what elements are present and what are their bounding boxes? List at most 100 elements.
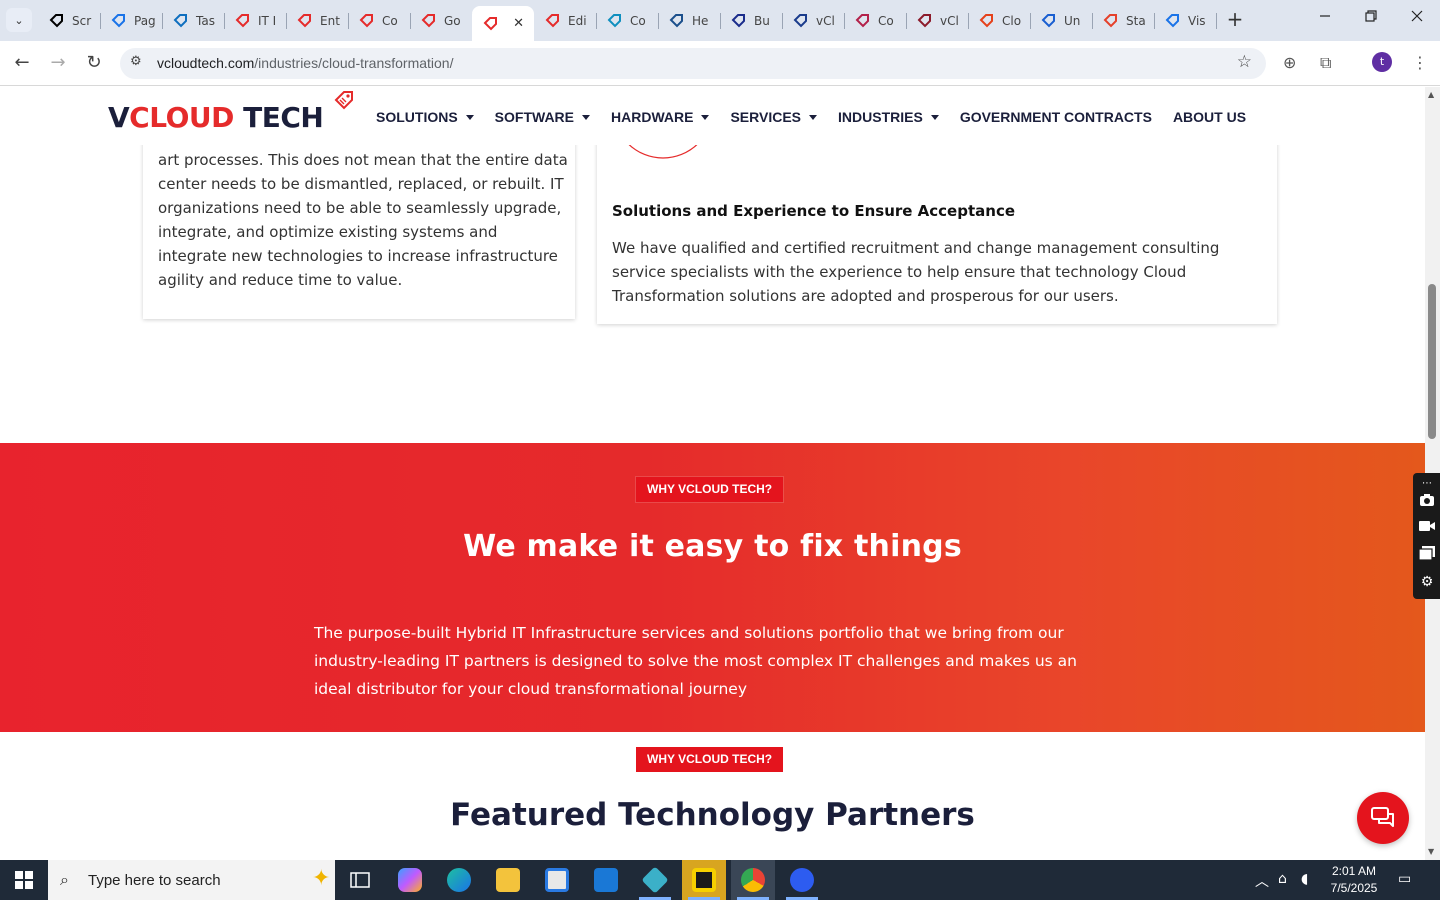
minimize-button[interactable] (1310, 8, 1340, 32)
nav-item-government-contracts[interactable]: GOVERNMENT CONTRACTS (960, 109, 1152, 125)
nav-item-label: SOFTWARE (494, 109, 575, 125)
taskbar-app-mail[interactable] (584, 860, 628, 900)
github-icon (48, 13, 64, 29)
browser-tab[interactable]: vCl (782, 6, 845, 35)
browser-tab[interactable]: Vis (1154, 6, 1217, 35)
nav-item-services[interactable]: SERVICES (730, 109, 818, 125)
taskbar-app-copilot[interactable] (388, 860, 432, 900)
translate-icon[interactable]: ⊕ (1283, 53, 1296, 72)
tab-label: Sta (1126, 13, 1146, 28)
bookmark-star-icon[interactable]: ☆ (1237, 52, 1252, 72)
vcloud-logo[interactable]: VCLOUD TECH (108, 91, 358, 137)
why-title: We make it easy to fix things (463, 529, 962, 564)
pulse-icon (1164, 13, 1180, 29)
url-host: vcloudtech.com (157, 55, 255, 71)
scroll-thumb[interactable] (1428, 284, 1436, 439)
vcloud-icon (234, 13, 250, 29)
browser-tab[interactable]: Co (348, 6, 411, 35)
tab-search-button[interactable]: ⌄ (6, 8, 32, 32)
tab-label: IT I (258, 13, 277, 28)
taskbar-clock[interactable]: 2:01 AM 7/5/2025 (1318, 863, 1390, 897)
caret-down-icon (582, 114, 591, 120)
window-icon[interactable] (1418, 546, 1436, 564)
back-button[interactable]: ← (9, 51, 35, 77)
tab-label: Co (382, 13, 398, 28)
taskbar-app-chrome[interactable] (731, 860, 775, 900)
close-tab-icon[interactable]: ✕ (513, 16, 524, 31)
browser-tab[interactable]: ✕ (472, 6, 534, 41)
forward-button[interactable]: → (45, 51, 71, 77)
browser-tab[interactable]: Bu (720, 6, 783, 35)
tab-label: Go (444, 13, 461, 28)
main-nav: SOLUTIONS SOFTWARE HARDWARE SERVICES INDUSTR… (376, 109, 1267, 125)
address-bar[interactable]: ⚙ vcloudtech.com/industries/cloud-transf… (120, 48, 1266, 79)
taskbar-app-edge[interactable] (437, 860, 481, 900)
nav-item-software[interactable]: SOFTWARE (494, 109, 591, 125)
video-camera-icon[interactable] (1418, 519, 1436, 537)
page-viewport: art processes. This does not mean that t… (0, 87, 1425, 860)
clock-date: 7/5/2025 (1330, 881, 1378, 895)
task-view-button[interactable] (338, 860, 382, 900)
taskbar-app-hex[interactable] (633, 860, 677, 900)
taskbar-app-store[interactable] (535, 860, 579, 900)
nav-item-about-us[interactable]: ABOUT US (1173, 109, 1246, 125)
extensions-icon[interactable]: ⧉ (1320, 53, 1331, 73)
volume-icon[interactable]: ◖ (1301, 871, 1308, 887)
menu-kebab-icon[interactable]: ⋮ (1412, 53, 1428, 72)
taskbar-app-notes[interactable] (682, 860, 726, 900)
scroll-up-icon[interactable]: ▲ (1428, 90, 1434, 99)
why-section: WHY VCLOUD TECH? We make it easy to fix … (0, 443, 1425, 732)
restore-button[interactable] (1356, 8, 1386, 32)
tab-separator (1216, 13, 1217, 29)
browser-tab[interactable]: Go (410, 6, 473, 35)
scroll-down-icon[interactable]: ▼ (1428, 847, 1434, 856)
search-placeholder: Type here to search (88, 872, 221, 889)
browser-tab[interactable]: Co (844, 6, 907, 35)
new-tab-button[interactable]: + (1224, 9, 1246, 31)
browser-tab[interactable]: Ent (286, 6, 349, 35)
tray-chevron-up-icon[interactable]: ︿ (1255, 871, 1269, 891)
browser-tab[interactable]: Co (596, 6, 659, 35)
taskbar-app-explorer[interactable] (486, 860, 530, 900)
taskbar-app-zoom[interactable] (780, 860, 824, 900)
pen-icon (978, 13, 994, 29)
profile-avatar[interactable]: t (1372, 52, 1392, 72)
logo-tech: TECH (233, 101, 324, 134)
tab-label: Edi (568, 13, 587, 28)
browser-tab[interactable]: Clo (968, 6, 1031, 35)
nav-item-solutions[interactable]: SOLUTIONS (376, 109, 474, 125)
nav-item-hardware[interactable]: HARDWARE (611, 109, 710, 125)
camera-icon[interactable] (1418, 493, 1436, 511)
browser-tab[interactable]: IT I (224, 6, 287, 35)
more-tools-icon[interactable]: ⋯ (1418, 475, 1436, 493)
site-info-icon[interactable]: ⚙ (130, 54, 142, 69)
arrow-right-icon: → (50, 52, 66, 73)
browser-tab[interactable]: Sta (1092, 6, 1155, 35)
browser-tab[interactable]: Pag (100, 6, 163, 35)
notifications-icon[interactable]: ▭ (1398, 871, 1411, 887)
settings-gear-icon[interactable]: ⚙ (1418, 573, 1436, 591)
hexagon-app-icon (641, 866, 669, 894)
taskbar-search-box[interactable]: ⌕ Type here to search ✦ (48, 860, 335, 900)
logo-cloud: CLOUD (129, 101, 234, 134)
reload-button[interactable]: ↻ (81, 51, 107, 77)
browser-tab[interactable]: Un (1030, 6, 1093, 35)
browser-tab[interactable]: Edi (534, 6, 597, 35)
close-window-button[interactable] (1402, 8, 1432, 32)
hexagon-icon (606, 13, 622, 29)
hexagon-icon (172, 13, 188, 29)
tab-label: vCl (940, 13, 959, 28)
start-button[interactable] (0, 860, 48, 900)
network-icon[interactable]: ⌂ (1278, 871, 1287, 887)
tab-label: Scr (72, 13, 92, 28)
close-icon (1411, 10, 1423, 22)
browser-tab[interactable]: He (658, 6, 721, 35)
reload-icon: ↻ (86, 52, 102, 73)
ball-icon (854, 13, 870, 29)
url-text[interactable]: vcloudtech.com/industries/cloud-transfor… (157, 55, 453, 71)
nav-item-industries[interactable]: INDUSTRIES (838, 109, 939, 125)
chat-button[interactable] (1357, 792, 1409, 844)
browser-tab[interactable]: vCl (906, 6, 969, 35)
browser-tab[interactable]: Tas (162, 6, 225, 35)
browser-tab[interactable]: Scr (38, 6, 101, 35)
